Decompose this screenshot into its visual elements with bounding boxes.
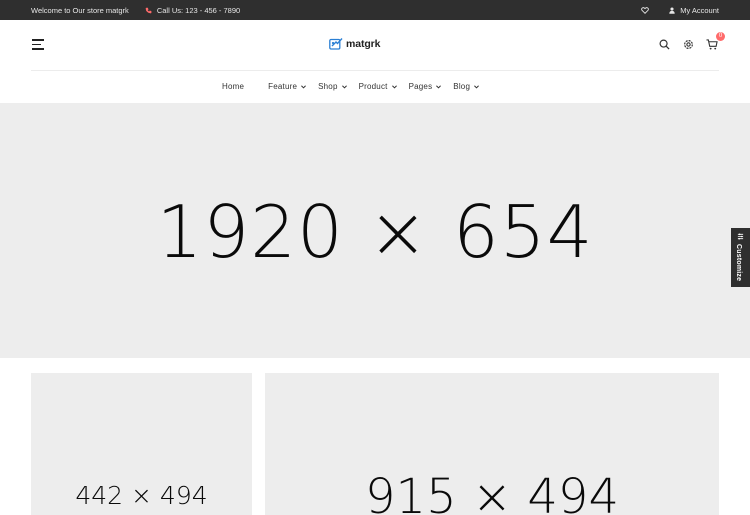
my-account-link[interactable]: My Account [669, 6, 719, 15]
logo-icon [329, 38, 343, 50]
search-icon [659, 39, 670, 50]
settings-button[interactable] [681, 37, 695, 51]
chevron-down-icon [301, 84, 307, 89]
promo-banner-left[interactable]: 442 × 494 [31, 373, 252, 515]
header: matgrk 0 [0, 20, 750, 71]
nav-item-blog[interactable]: Blog [453, 82, 480, 91]
chevron-down-icon [341, 84, 347, 89]
nav-item-label: Shop [318, 82, 338, 91]
welcome-text: Welcome to Our store matgrk [31, 5, 129, 15]
nav-item-shop[interactable]: Shop [318, 82, 347, 91]
nav-item-label: Product [358, 82, 388, 91]
top-bar-left: Welcome to Our store matgrk Call Us: 123… [31, 0, 240, 20]
hero-banner[interactable]: 1920 × 654 [0, 103, 750, 358]
nav-item-product[interactable]: Product [359, 82, 397, 91]
phone-icon [145, 7, 152, 13]
chevron-down-icon [474, 84, 480, 89]
logo-text: matgrk [346, 37, 381, 50]
logo[interactable]: matgrk [329, 37, 381, 50]
top-bar: Welcome to Our store matgrk Call Us: 123… [0, 0, 750, 20]
menu-icon[interactable] [32, 39, 45, 51]
cart-count-badge: 0 [716, 32, 725, 41]
search-button[interactable] [657, 37, 671, 51]
nav-item-feature[interactable]: Feature [268, 82, 307, 91]
header-icons: 0 [647, 32, 725, 51]
nav-item-home[interactable]: Home [222, 82, 244, 91]
my-account-label: My Account [680, 5, 719, 15]
hero-placeholder-text: 1920 × 654 [156, 190, 594, 274]
top-bar-right: My Account [641, 0, 719, 20]
customize-label: Customize [735, 244, 742, 282]
main-nav: Home Feature Shop Product Pages Blog [0, 71, 750, 103]
sliders-icon [737, 233, 744, 240]
nav-item-label: Blog [453, 82, 471, 91]
banner-right-placeholder-text: 915 × 494 [365, 469, 619, 515]
chevron-down-icon [391, 84, 397, 89]
nav-item-label: Pages [408, 82, 433, 91]
chevron-down-icon [436, 84, 442, 89]
cart-icon [706, 38, 718, 50]
customize-button[interactable]: Customize [731, 228, 750, 287]
nav-item-label: Feature [268, 82, 298, 91]
promo-banner-right[interactable]: 915 × 494 [265, 373, 719, 515]
nav-item-pages[interactable]: Pages [409, 82, 442, 91]
nav-item-label: Home [222, 82, 245, 91]
user-icon [669, 6, 675, 14]
gear-icon [683, 39, 693, 49]
heart-icon[interactable] [641, 6, 650, 14]
phone-contact[interactable]: Call Us: 123 - 456 - 7890 [145, 6, 240, 15]
banner-left-placeholder-text: 442 × 494 [75, 481, 208, 510]
cart-button[interactable]: 0 [705, 32, 725, 51]
phone-text: Call Us: 123 - 456 - 7890 [156, 5, 241, 15]
